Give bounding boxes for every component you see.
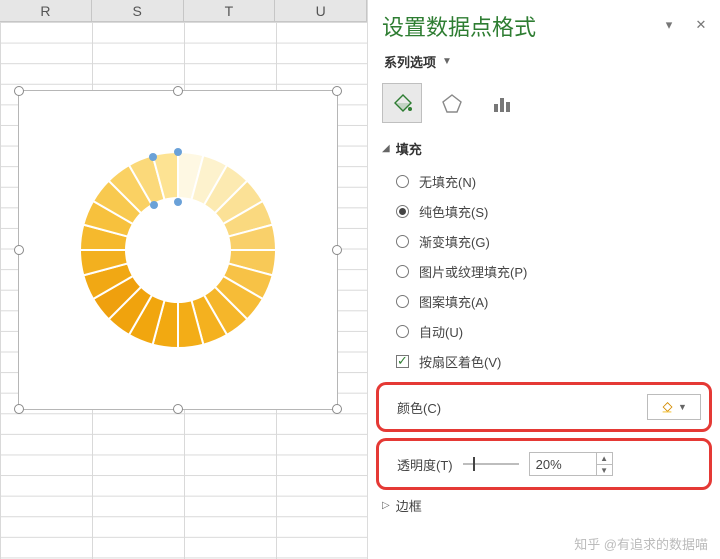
option-picture-fill[interactable]: 图片或纹理填充(P) bbox=[396, 256, 712, 286]
datapoint-handle[interactable] bbox=[174, 198, 182, 206]
transparency-input[interactable]: ▲ ▼ bbox=[529, 452, 613, 476]
resize-handle[interactable] bbox=[173, 404, 183, 414]
category-tabs bbox=[382, 83, 712, 123]
spin-down[interactable]: ▼ bbox=[597, 464, 612, 475]
option-pattern-fill[interactable]: 图案填充(A) bbox=[396, 286, 712, 316]
col-header[interactable]: R bbox=[0, 0, 92, 21]
column-headers: R S T U bbox=[0, 0, 367, 22]
transparency-slider[interactable] bbox=[463, 463, 519, 465]
watermark: 知乎 @有追求的数据喵 bbox=[574, 534, 708, 553]
option-vary-colors[interactable]: 按扇区着色(V) bbox=[396, 346, 712, 376]
spin-up[interactable]: ▲ bbox=[597, 453, 612, 464]
option-auto-fill[interactable]: 自动(U) bbox=[396, 316, 712, 346]
disclosure-triangle-icon: ▷ bbox=[382, 500, 390, 511]
resize-handle[interactable] bbox=[14, 404, 24, 414]
transparency-value-field[interactable] bbox=[530, 453, 596, 475]
col-header[interactable]: S bbox=[92, 0, 184, 21]
tab-effects[interactable] bbox=[432, 83, 472, 123]
section-fill[interactable]: ◢ 填充 bbox=[382, 139, 712, 158]
datapoint-handle[interactable] bbox=[150, 201, 158, 209]
paint-bucket-icon bbox=[661, 401, 673, 413]
paint-bucket-icon bbox=[391, 92, 413, 114]
pentagon-icon bbox=[441, 92, 463, 114]
col-header[interactable]: U bbox=[275, 0, 367, 21]
resize-handle[interactable] bbox=[173, 86, 183, 96]
tab-series[interactable] bbox=[482, 83, 522, 123]
doughnut-chart[interactable] bbox=[48, 120, 308, 380]
bar-chart-icon bbox=[491, 92, 513, 114]
close-button[interactable]: ✕ bbox=[690, 15, 712, 37]
option-solid-fill[interactable]: 纯色填充(S) bbox=[396, 196, 712, 226]
resize-handle[interactable] bbox=[332, 86, 342, 96]
dropdown-label: 系列选项 bbox=[384, 52, 436, 71]
resize-handle[interactable] bbox=[14, 86, 24, 96]
datapoint-handle[interactable] bbox=[149, 153, 157, 161]
transparency-label: 透明度(T) bbox=[387, 455, 453, 474]
resize-handle[interactable] bbox=[332, 245, 342, 255]
pane-options-button[interactable]: ▾ bbox=[658, 15, 680, 37]
tab-fill[interactable] bbox=[382, 83, 422, 123]
spreadsheet-area: R S T U bbox=[0, 0, 368, 559]
datapoint-handle[interactable] bbox=[174, 148, 182, 156]
chevron-down-icon: ▼ bbox=[442, 56, 452, 67]
highlight-color: 颜色(C) ▼ bbox=[376, 382, 712, 432]
color-picker-button[interactable]: ▼ bbox=[647, 394, 701, 420]
pane-title: 设置数据点格式 bbox=[382, 10, 648, 42]
color-label: 颜色(C) bbox=[387, 398, 647, 417]
highlight-transparency: 透明度(T) ▲ ▼ bbox=[376, 438, 712, 490]
series-options-dropdown[interactable]: 系列选项 ▼ bbox=[384, 52, 712, 71]
section-border[interactable]: ▷ 边框 bbox=[382, 496, 712, 515]
chevron-down-icon: ▼ bbox=[678, 402, 687, 412]
cell-grid[interactable] bbox=[0, 22, 367, 559]
disclosure-triangle-icon: ◢ bbox=[382, 143, 390, 154]
format-pane: 设置数据点格式 ▾ ✕ 系列选项 ▼ ◢ 填充 无填充(N) 纯色填充(S) 渐… bbox=[368, 0, 720, 559]
resize-handle[interactable] bbox=[332, 404, 342, 414]
option-no-fill[interactable]: 无填充(N) bbox=[396, 166, 712, 196]
chart-object[interactable] bbox=[18, 90, 338, 410]
resize-handle[interactable] bbox=[14, 245, 24, 255]
col-header[interactable]: T bbox=[184, 0, 276, 21]
option-gradient-fill[interactable]: 渐变填充(G) bbox=[396, 226, 712, 256]
